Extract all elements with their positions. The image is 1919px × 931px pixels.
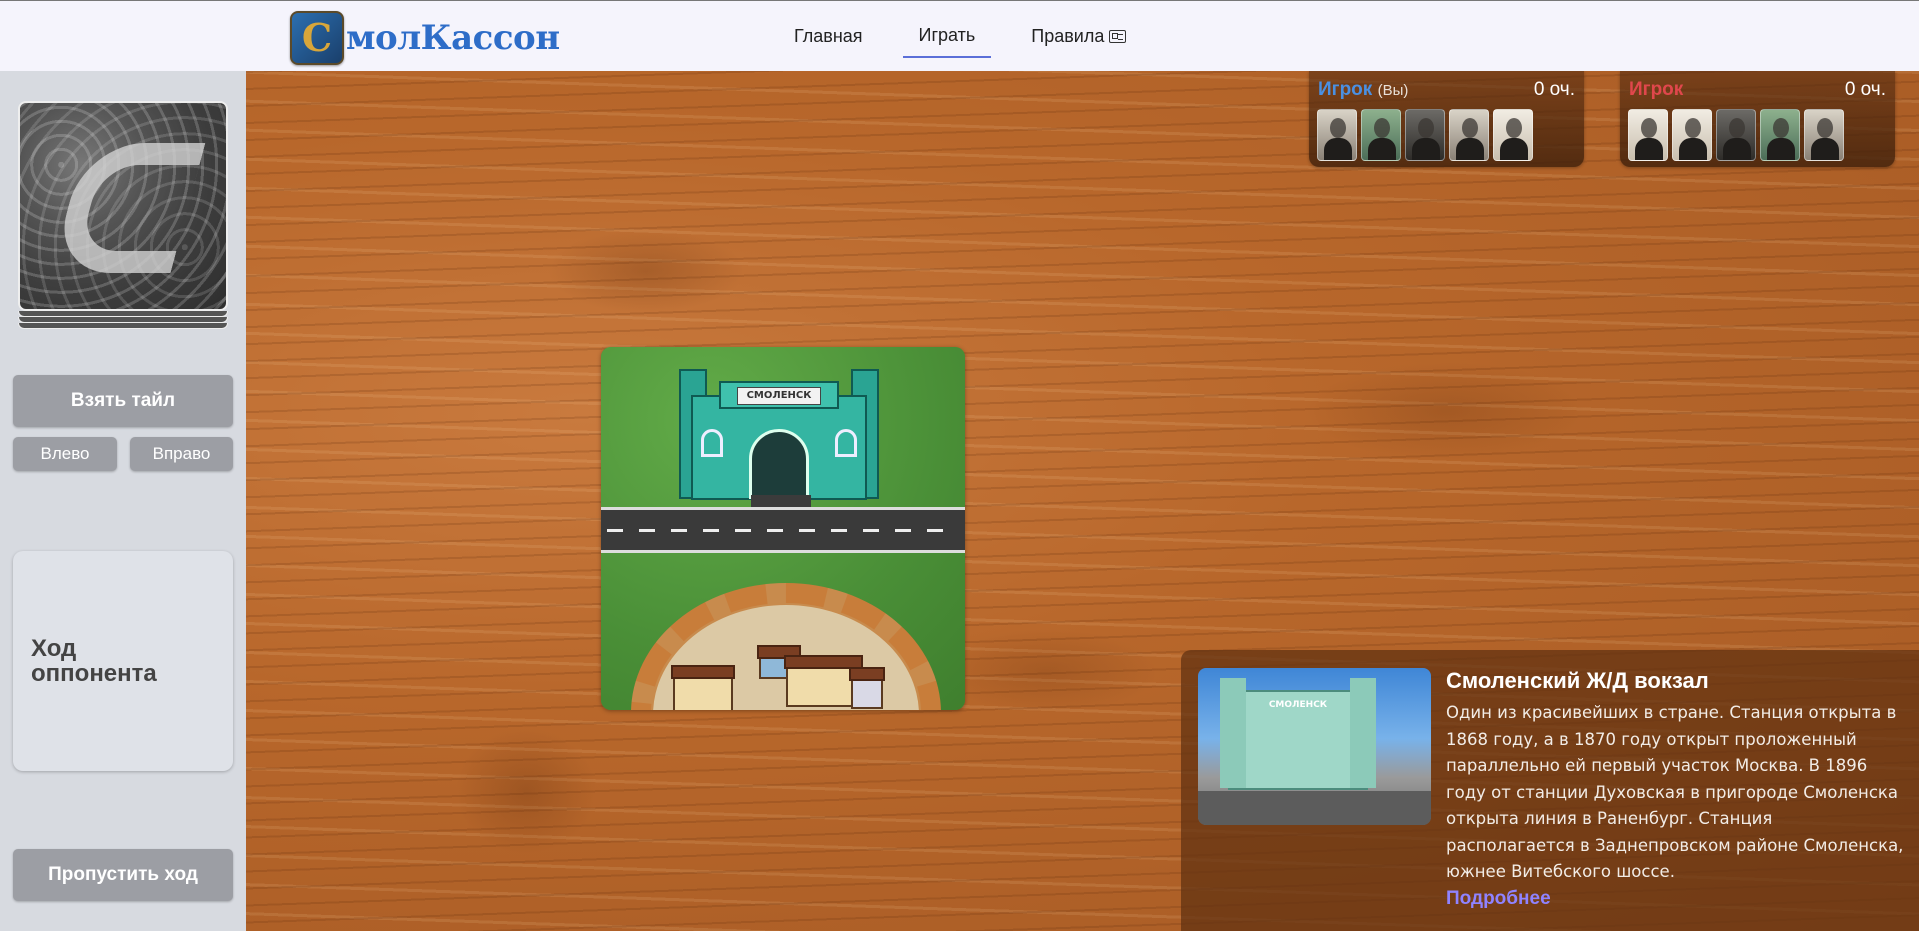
- player-you-tag: (Вы): [1377, 82, 1409, 99]
- tile-deck[interactable]: [18, 101, 228, 329]
- landmark-photo: СМОЛЕНСК: [1198, 668, 1431, 825]
- photo-platform: [1198, 791, 1431, 825]
- player-score: 0 оч.: [1844, 79, 1886, 100]
- rotate-right-button[interactable]: Вправо: [130, 437, 233, 471]
- meeple-portrait[interactable]: [1493, 109, 1533, 161]
- station-door: [749, 429, 809, 499]
- meeple-portrait: [1628, 109, 1668, 161]
- player-name-text: Игрок: [1318, 79, 1373, 100]
- photo-sign: СМОЛЕНСК: [1268, 700, 1328, 710]
- player-panel-self: Игрок (Вы) 0 оч.: [1309, 71, 1584, 167]
- rules-card-icon: [1109, 30, 1127, 43]
- nav-home[interactable]: Главная: [778, 19, 879, 58]
- skip-turn-button[interactable]: Пропустить ход: [13, 849, 233, 901]
- landmark-description: Один из красивейших в стране. Станция от…: [1446, 703, 1904, 881]
- landmark-info-card: СМОЛЕНСК Смоленский Ж/Д вокзал Один из к…: [1181, 650, 1919, 931]
- city-house: [671, 665, 735, 710]
- take-tile-button[interactable]: Взять тайл: [13, 375, 233, 427]
- meeple-portrait[interactable]: [1361, 109, 1401, 161]
- meeple-portrait: [1760, 109, 1800, 161]
- nav-rules[interactable]: Правила: [1015, 19, 1142, 58]
- nav-home-label: Главная: [794, 26, 863, 46]
- logo-text: молКассон: [346, 18, 560, 58]
- station-building: СМОЛЕНСК: [679, 357, 879, 502]
- more-info-link[interactable]: Подробнее: [1446, 888, 1551, 910]
- logo-letter: C: [301, 15, 333, 60]
- player-panel-opponent: Игрок 0 оч.: [1620, 71, 1895, 167]
- station-sign: СМОЛЕНСК: [737, 387, 821, 405]
- meeple-portrait[interactable]: [1405, 109, 1445, 161]
- main-nav: Главная Играть Правила: [778, 19, 1166, 58]
- rotate-left-button[interactable]: Влево: [13, 437, 117, 471]
- road-dashes: [607, 529, 959, 532]
- tile-deck-icon: [18, 101, 228, 311]
- logo-badge-icon: C: [290, 11, 344, 65]
- meeple-portrait: [1716, 109, 1756, 161]
- meeple-portrait: [1804, 109, 1844, 161]
- player-name-text: Игрок: [1629, 79, 1684, 100]
- turn-status-panel: Ход оппонента: [13, 551, 233, 771]
- nav-play-label: Играть: [918, 25, 976, 45]
- nav-rules-label: Правила: [1031, 26, 1105, 46]
- site-logo[interactable]: C молКассон: [290, 11, 560, 65]
- station-window: [701, 429, 723, 457]
- player-meeples: [1317, 109, 1533, 161]
- city-house: [849, 667, 885, 709]
- player-score: 0 оч.: [1533, 79, 1575, 100]
- meeple-portrait[interactable]: [1449, 109, 1489, 161]
- player-name: Игрок (Вы): [1318, 79, 1408, 101]
- game-board[interactable]: СМОЛЕНСК Игрок (Вы) 0 оч. Игрок 0 оч. СМ…: [246, 71, 1919, 931]
- deck-stack-edge: [18, 323, 228, 329]
- turn-status-text: Ход оппонента: [31, 634, 157, 687]
- placed-tile-station[interactable]: СМОЛЕНСК: [601, 347, 965, 710]
- player-meeples: [1628, 109, 1844, 161]
- top-navbar: C молКассон Главная Играть Правила: [0, 0, 1919, 71]
- player-name: Игрок: [1629, 79, 1683, 101]
- landmark-title: Смоленский Ж/Д вокзал: [1446, 668, 1709, 693]
- station-window: [835, 429, 857, 457]
- meeple-portrait[interactable]: [1317, 109, 1357, 161]
- tile-road: [601, 507, 965, 553]
- meeple-portrait: [1672, 109, 1712, 161]
- nav-play[interactable]: Играть: [902, 19, 992, 58]
- game-sidebar: Взять тайл Влево Вправо Ход оппонента Пр…: [0, 71, 246, 931]
